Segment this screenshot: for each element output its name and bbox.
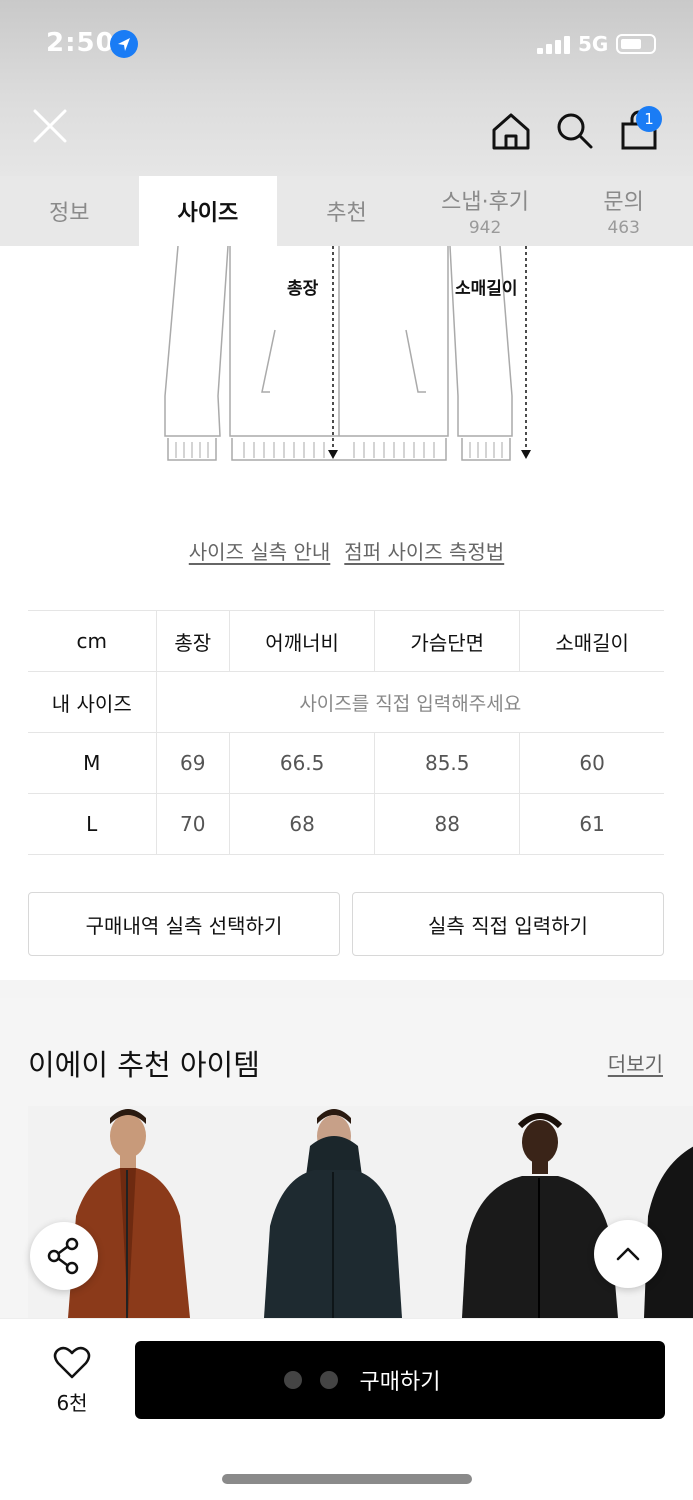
network-label: 5G <box>578 32 609 56</box>
recommend-title: 이에이 추천 아이템 <box>28 1048 260 1082</box>
product-card[interactable] <box>230 1106 432 1318</box>
actual-size-guide-link[interactable]: 사이즈 실측 안내 <box>189 536 331 565</box>
value-cell: 61 <box>519 793 664 855</box>
tab-snap-review[interactable]: 스냅·후기 942 <box>416 176 555 246</box>
table-row: M 69 66.5 85.5 60 <box>28 732 664 794</box>
home-icon[interactable] <box>490 110 532 152</box>
value-cell: 69 <box>155 732 230 794</box>
tab-count: 942 <box>468 218 502 238</box>
my-size-row[interactable]: 내 사이즈 사이즈를 직접 입력해주세요 <box>28 671 664 733</box>
battery-icon <box>616 34 656 54</box>
more-link[interactable]: 더보기 <box>608 1048 663 1077</box>
tab-info[interactable]: 정보 <box>0 176 139 246</box>
my-size-input[interactable]: 사이즈를 직접 입력해주세요 <box>155 671 664 733</box>
top-header: 2:50 5G 1 <box>0 0 693 176</box>
measure-method-link[interactable]: 점퍼 사이즈 측정법 <box>344 536 504 565</box>
header-cell: 총장 <box>155 610 230 672</box>
tab-label: 문의 <box>603 190 644 215</box>
tab-count: 463 <box>607 218 640 238</box>
tab-inquiry[interactable]: 문의 463 <box>554 176 693 246</box>
value-cell: 68 <box>229 793 375 855</box>
scroll-top-button[interactable] <box>594 1220 662 1288</box>
status-bar: 2:50 5G <box>0 28 693 62</box>
chevron-up-icon <box>616 1247 640 1261</box>
table-row: L 70 68 88 61 <box>28 793 664 855</box>
like-button[interactable]: 6천 <box>44 1345 100 1416</box>
section-divider <box>0 980 693 998</box>
cart-count-badge: 1 <box>636 106 662 132</box>
location-arrow-icon <box>110 30 138 58</box>
share-button[interactable] <box>30 1222 98 1290</box>
value-cell: 66.5 <box>229 732 375 794</box>
search-icon[interactable] <box>554 110 594 150</box>
size-cell: M <box>28 732 156 794</box>
tab-recommend[interactable]: 추천 <box>277 176 416 246</box>
value-cell: 70 <box>155 793 230 855</box>
recommend-section: 이에이 추천 아이템 더보기 <box>0 998 693 1318</box>
close-icon[interactable] <box>30 106 70 146</box>
like-count: 6천 <box>56 1391 88 1415</box>
size-guide-links: 사이즈 실측 안내 점퍼 사이즈 측정법 <box>0 536 693 565</box>
tab-label: 사이즈 <box>177 201 239 226</box>
tab-label: 스냅·후기 <box>441 190 530 215</box>
total-length-label: 총장 <box>287 279 319 299</box>
direct-input-size-button[interactable]: 실측 직접 입력하기 <box>352 892 664 956</box>
size-illustration: 총장 소매길이 <box>0 246 693 476</box>
product-tabs: 정보 사이즈 추천 스냅·후기 942 문의 463 <box>0 176 693 246</box>
sleeve-length-label: 소매길이 <box>455 279 518 299</box>
select-purchase-size-button[interactable]: 구매내역 실측 선택하기 <box>28 892 340 956</box>
home-indicator <box>222 1474 472 1484</box>
my-size-label: 내 사이즈 <box>28 671 156 733</box>
size-cell: L <box>28 793 156 855</box>
bottom-action-bar: 6천 구매하기 <box>0 1318 693 1500</box>
value-cell: 88 <box>374 793 520 855</box>
size-table: cm 총장 어깨너비 가슴단면 소매길이 내 사이즈 사이즈를 직접 입력해주세… <box>28 610 664 855</box>
table-header-row: cm 총장 어깨너비 가슴단면 소매길이 <box>28 610 664 672</box>
product-image <box>230 1106 432 1318</box>
signal-icon <box>537 34 571 54</box>
share-icon <box>47 1237 79 1275</box>
header-cell: 가슴단면 <box>374 610 520 672</box>
header-cell: cm <box>28 610 156 672</box>
heart-icon <box>53 1346 91 1379</box>
size-action-buttons: 구매내역 실측 선택하기 실측 직접 입력하기 <box>28 892 664 956</box>
buy-button[interactable]: 구매하기 <box>135 1341 665 1419</box>
status-time: 2:50 <box>46 28 115 58</box>
buy-label: 구매하기 <box>359 1370 441 1395</box>
header-cell: 어깨너비 <box>229 610 375 672</box>
nav-bar: 1 <box>0 100 693 160</box>
tab-size[interactable]: 사이즈 <box>138 176 278 246</box>
tab-label: 추천 <box>326 201 367 226</box>
tab-label: 정보 <box>49 201 90 226</box>
value-cell: 60 <box>519 732 664 794</box>
header-cell: 소매길이 <box>519 610 664 672</box>
value-cell: 85.5 <box>374 732 520 794</box>
